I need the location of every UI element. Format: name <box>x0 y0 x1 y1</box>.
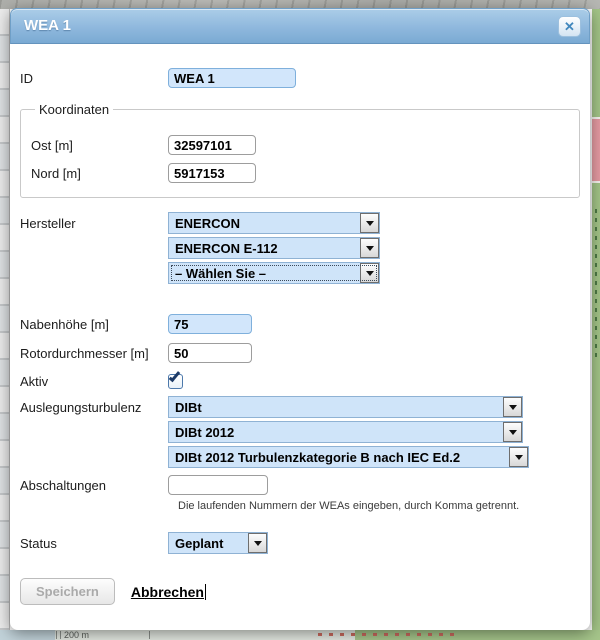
scale-tick <box>149 631 150 639</box>
map-red-dashes <box>318 633 458 636</box>
dropdown-arrow-button[interactable] <box>503 397 522 417</box>
abschaltungen-input[interactable] <box>168 475 268 495</box>
scale-tick <box>56 631 57 639</box>
abschaltungen-row: Abschaltungen <box>20 475 580 495</box>
speichern-button[interactable]: Speichern <box>20 578 115 605</box>
rotordurchmesser-row: Rotordurchmesser [m] <box>20 343 580 363</box>
hersteller-select[interactable]: ENERCON <box>168 212 380 234</box>
nabenhoehe-input[interactable] <box>168 314 252 334</box>
chevron-down-icon <box>509 430 517 435</box>
ost-row: Ost [m] <box>31 135 569 155</box>
chevron-down-icon <box>509 405 517 410</box>
dialog-title: WEA 1 <box>24 17 71 34</box>
dropdown-arrow-button[interactable] <box>509 447 528 467</box>
dropdown-arrow-button[interactable] <box>360 238 379 258</box>
dialog-body: ID Koordinaten Ost [m] Nord [m] Herstell… <box>10 44 590 605</box>
hersteller-row: Hersteller ENERCON ENERCON E-112 – Wähle… <box>20 212 580 284</box>
nord-label: Nord [m] <box>31 166 168 181</box>
turbulenz-kategorie-select-value: DIBt 2012 Turbulenzkategorie B nach IEC … <box>169 447 509 467</box>
chevron-down-icon <box>366 271 374 276</box>
turbulenz-edition-select[interactable]: DIBt 2012 <box>168 421 523 443</box>
chevron-down-icon <box>366 246 374 251</box>
ost-input[interactable] <box>168 135 256 155</box>
dropdown-arrow-button[interactable] <box>503 422 522 442</box>
ost-label: Ost [m] <box>31 138 168 153</box>
map-scale-label: 200 m <box>64 630 89 640</box>
rotordurchmesser-input[interactable] <box>168 343 252 363</box>
hersteller-type-select[interactable]: ENERCON E-112 <box>168 237 380 259</box>
dropdown-arrow-button[interactable] <box>360 263 379 283</box>
nabenhoehe-label: Nabenhöhe [m] <box>20 317 168 332</box>
auslegungsturbulenz-row: Auslegungsturbulenz DIBt DIBt 2012 DIBt … <box>20 396 580 468</box>
check-icon <box>169 370 181 382</box>
hersteller-variant-select-value: – Wählen Sie – <box>169 263 360 283</box>
id-label: ID <box>20 71 168 86</box>
dropdown-arrow-button[interactable] <box>360 213 379 233</box>
map-building-area <box>592 117 600 183</box>
status-select-value: Geplant <box>169 533 248 553</box>
id-input[interactable] <box>168 68 296 88</box>
status-select[interactable]: Geplant <box>168 532 268 554</box>
abschaltungen-hint: Die laufenden Nummern der WEAs eingeben,… <box>178 500 580 512</box>
rotordurchmesser-label: Rotordurchmesser [m] <box>20 346 168 361</box>
abbrechen-link[interactable]: Abbrechen <box>131 584 206 600</box>
koordinaten-fieldset: Koordinaten Ost [m] Nord [m] <box>20 102 580 198</box>
dialog-titlebar[interactable]: WEA 1 ✕ <box>10 8 590 44</box>
dropdown-arrow-button[interactable] <box>248 533 267 553</box>
turbulenz-kategorie-select[interactable]: DIBt 2012 Turbulenzkategorie B nach IEC … <box>168 446 529 468</box>
hersteller-selects: ENERCON ENERCON E-112 – Wählen Sie – <box>168 212 380 284</box>
map-background-bottom: 200 m <box>0 630 600 640</box>
aktiv-row: Aktiv <box>20 374 580 389</box>
koordinaten-legend: Koordinaten <box>35 102 113 117</box>
map-water-area <box>0 630 55 640</box>
auslegungsturbulenz-label: Auslegungsturbulenz <box>20 396 168 415</box>
dialog-actions: Speichern Abbrechen <box>20 578 580 605</box>
close-button[interactable]: ✕ <box>558 16 581 37</box>
status-row: Status Geplant <box>20 532 580 554</box>
auslegungsturbulenz-selects: DIBt DIBt 2012 DIBt 2012 Turbulenzkatego… <box>168 396 529 468</box>
turbulenz-edition-select-value: DIBt 2012 <box>169 422 503 442</box>
turbulenz-norm-select-value: DIBt <box>169 397 503 417</box>
id-row: ID <box>20 68 580 88</box>
map-scale-bar: 200 m <box>56 630 89 640</box>
close-icon: ✕ <box>564 19 575 34</box>
hersteller-label: Hersteller <box>20 212 168 231</box>
nord-input[interactable] <box>168 163 256 183</box>
aktiv-label: Aktiv <box>20 374 168 389</box>
abschaltungen-label: Abschaltungen <box>20 478 168 493</box>
hersteller-variant-select[interactable]: – Wählen Sie – <box>168 262 380 284</box>
nord-row: Nord [m] <box>31 163 569 183</box>
map-background-right <box>592 9 600 630</box>
nabenhoehe-row: Nabenhöhe [m] <box>20 314 580 334</box>
chevron-down-icon <box>254 541 262 546</box>
map-dashed-path <box>595 209 597 359</box>
aktiv-checkbox[interactable] <box>168 374 183 389</box>
turbulenz-norm-select[interactable]: DIBt <box>168 396 523 418</box>
background-list-panel <box>0 9 10 630</box>
scale-tick <box>60 631 61 639</box>
status-label: Status <box>20 536 168 551</box>
wea-dialog: WEA 1 ✕ ID Koordinaten Ost [m] Nord [m] … <box>10 8 590 630</box>
hersteller-select-value: ENERCON <box>169 213 360 233</box>
chevron-down-icon <box>366 221 374 226</box>
hersteller-type-select-value: ENERCON E-112 <box>169 238 360 258</box>
chevron-down-icon <box>515 455 523 460</box>
